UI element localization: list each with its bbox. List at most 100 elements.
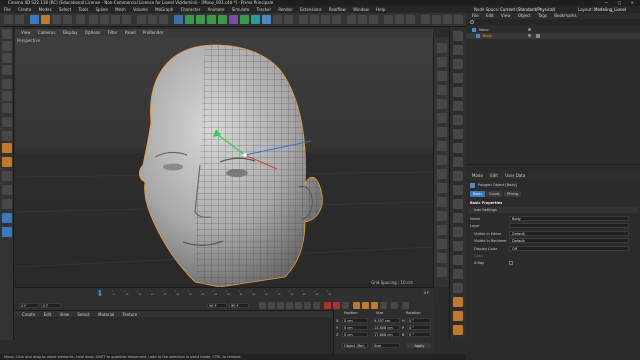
bend-deformer-icon[interactable]: [229, 15, 238, 24]
subdivision-surface-icon[interactable]: [196, 15, 205, 24]
menu-file[interactable]: File: [4, 7, 11, 12]
spline-pen-icon[interactable]: [185, 15, 194, 24]
close-button[interactable]: ×: [631, 0, 638, 5]
menu-simulate[interactable]: Simulate: [232, 7, 250, 12]
position-z-field[interactable]: 0 cm: [342, 332, 368, 337]
extension-icon-3[interactable]: [321, 15, 330, 24]
position-key-icon[interactable]: [353, 302, 360, 309]
side-tool-icon-15[interactable]: [437, 239, 447, 249]
size-mode-select[interactable]: Size: [372, 343, 400, 348]
autokey-icon[interactable]: [333, 302, 340, 309]
viewport-menu-options[interactable]: Options: [85, 30, 100, 35]
viewport-menu-view[interactable]: View: [21, 30, 31, 35]
floor-icon[interactable]: [262, 15, 271, 24]
ext-side-icon-16[interactable]: [453, 241, 463, 251]
menu-mograph[interactable]: MoGraph: [155, 7, 173, 12]
tab-phong[interactable]: Phong: [504, 191, 521, 197]
xray-checkbox[interactable]: [509, 261, 513, 265]
ext-side-icon-11[interactable]: [453, 171, 463, 181]
attr-menu-mode[interactable]: Mode: [472, 173, 483, 178]
object-menu-edit[interactable]: Edit: [486, 13, 494, 18]
ext-side-icon-14[interactable]: [453, 213, 463, 223]
viewport-menu-cameras[interactable]: Cameras: [38, 30, 56, 35]
ext-side-icon-17[interactable]: [453, 255, 463, 265]
side-tool-icon-5[interactable]: [437, 99, 447, 109]
light-icon[interactable]: [284, 15, 293, 24]
visibility-dot-icon[interactable]: [528, 34, 531, 37]
extension-icon-13[interactable]: [443, 15, 452, 24]
edges-mode-icon[interactable]: [2, 91, 12, 101]
make-editable-icon[interactable]: [2, 29, 12, 39]
x-axis-icon[interactable]: [89, 15, 98, 24]
ext-side-icon-21[interactable]: [453, 311, 463, 321]
side-tool-icon-13[interactable]: [437, 211, 447, 221]
side-tool-icon-1[interactable]: [437, 43, 447, 53]
symmetry-icon[interactable]: [2, 213, 12, 223]
ext-side-icon-3[interactable]: [453, 59, 463, 69]
menu-create[interactable]: Create: [18, 7, 31, 12]
planar-workplane-icon[interactable]: [2, 199, 12, 209]
extension-icon-6[interactable]: [358, 15, 367, 24]
display-color-select[interactable]: Off: [509, 246, 629, 251]
viewport-menu-panel[interactable]: Panel: [125, 30, 136, 35]
menu-realflow[interactable]: Realflow: [329, 7, 346, 12]
ext-side-icon-7[interactable]: [453, 115, 463, 125]
play-icon[interactable]: [286, 302, 293, 309]
perspective-viewport[interactable]: Perspective Grid Spacing: 10 cm: [15, 37, 433, 287]
solo-icon[interactable]: [2, 171, 12, 181]
menu-window[interactable]: Window: [353, 7, 369, 12]
ext-side-icon-6[interactable]: [453, 101, 463, 111]
camera-icon[interactable]: [273, 15, 282, 24]
viewport-solo-icon[interactable]: [2, 227, 12, 237]
side-tool-icon-8[interactable]: [437, 141, 447, 151]
side-tool-icon-16[interactable]: [437, 253, 447, 263]
object-menu-view[interactable]: View: [501, 13, 511, 18]
model-mode-icon[interactable]: [2, 41, 12, 51]
extension-icon-7[interactable]: [369, 15, 378, 24]
uv-mode-icon[interactable]: [2, 117, 12, 127]
array-icon[interactable]: [207, 15, 216, 24]
attr-menu-user-data[interactable]: User Data: [505, 173, 525, 178]
timeline[interactable]: 0 5 10 15 20 25 30 35 40 45 50 55 60 65 70 75 80 85 90 0 F: [15, 287, 433, 301]
timeline-ruler[interactable]: 0 5 10 15 20 25 30 35 40 45 50 55 60 65 70 75 80 85 90: [15, 290, 433, 296]
z-axis-icon[interactable]: [111, 15, 120, 24]
ext-side-icon-5[interactable]: [453, 87, 463, 97]
attr-menu-edit[interactable]: Edit: [490, 173, 498, 178]
side-tool-icon-14[interactable]: [437, 225, 447, 235]
side-tool-icon-3[interactable]: [437, 71, 447, 81]
render-view-icon[interactable]: [137, 15, 146, 24]
timeline-window-icon[interactable]: [402, 302, 409, 309]
menu-tools[interactable]: Tools: [78, 7, 88, 12]
size-x-field[interactable]: 9.357 cm: [372, 318, 400, 323]
workplane-icon[interactable]: [2, 65, 12, 75]
redo-icon[interactable]: [15, 15, 24, 24]
minimize-button[interactable]: —: [604, 0, 612, 5]
record-active-icon[interactable]: [324, 302, 331, 309]
side-tool-icon-7[interactable]: [437, 127, 447, 137]
enable-axis-icon[interactable]: [2, 131, 12, 141]
viewport-menu-display[interactable]: Display: [63, 30, 78, 35]
object-menu-tags[interactable]: Tags: [538, 13, 547, 18]
ext-side-icon-12[interactable]: [453, 185, 463, 195]
object-name[interactable]: Body: [483, 33, 492, 39]
visibility-dot-icon[interactable]: [528, 28, 531, 31]
coordinate-mode-select[interactable]: Object (Rel): [342, 343, 368, 348]
side-tool-icon-17[interactable]: [437, 267, 447, 277]
locked-workplane-icon[interactable]: [2, 185, 12, 195]
object-row-selected[interactable]: Body: [466, 33, 640, 39]
search-icon[interactable]: [470, 20, 474, 24]
ext-side-icon-10[interactable]: [453, 157, 463, 167]
points-mode-icon[interactable]: [2, 79, 12, 89]
ext-side-icon-1[interactable]: [453, 31, 463, 41]
recent-tools-icon[interactable]: [76, 15, 85, 24]
keyframe-selection-icon[interactable]: [342, 302, 349, 309]
max-frame-field[interactable]: 90 F: [207, 303, 227, 308]
side-tool-icon-10[interactable]: [437, 169, 447, 179]
previous-frame-icon[interactable]: [277, 302, 284, 309]
extension-icon-12[interactable]: [432, 15, 441, 24]
y-axis-icon[interactable]: [100, 15, 109, 24]
parameter-key-icon[interactable]: [380, 302, 387, 309]
side-tool-icon-12[interactable]: [437, 197, 447, 207]
object-menu-object[interactable]: Object: [518, 13, 531, 18]
point-level-anim-icon[interactable]: [391, 302, 398, 309]
